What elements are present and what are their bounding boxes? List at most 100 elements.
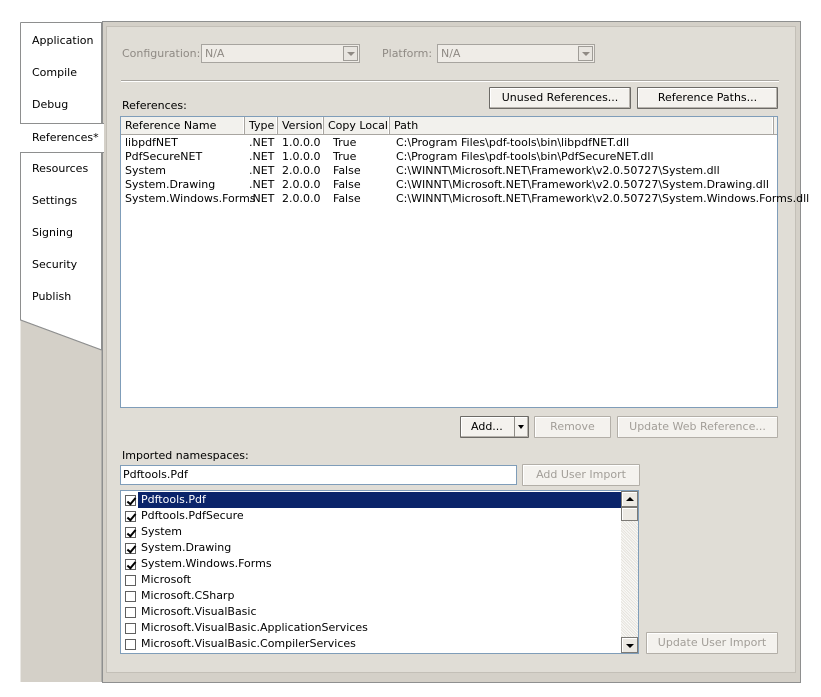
- remove-reference-button[interactable]: Remove: [534, 416, 611, 438]
- reference-copy-local-cell: False: [333, 164, 361, 177]
- namespace-label: Microsoft.CSharp: [141, 589, 235, 602]
- chevron-down-icon[interactable]: [514, 417, 528, 437]
- reference-type-cell: .NET: [249, 136, 275, 149]
- list-item[interactable]: Pdftools.Pdf: [122, 492, 623, 508]
- checkbox-icon[interactable]: [125, 543, 136, 554]
- column-header-copy-local[interactable]: Copy Local: [324, 117, 390, 134]
- reference-type-cell: .NET: [249, 164, 275, 177]
- list-item[interactable]: Microsoft: [122, 572, 622, 588]
- checkbox-icon[interactable]: [125, 559, 136, 570]
- tab-security[interactable]: Security: [32, 253, 112, 277]
- reference-copy-local-cell: False: [333, 192, 361, 205]
- reference-name-cell: System.Drawing: [125, 178, 216, 191]
- arrow-down-icon[interactable]: [621, 637, 638, 653]
- update-web-reference-button[interactable]: Update Web Reference...: [617, 416, 778, 438]
- reference-type-cell: .NET: [249, 150, 275, 163]
- reference-name-cell: System: [125, 164, 167, 177]
- tab-debug[interactable]: Debug: [32, 93, 112, 117]
- scrollbar-thumb[interactable]: [621, 507, 638, 521]
- unused-references-button[interactable]: Unused References...: [489, 87, 631, 109]
- reference-name-cell: PdfSecureNET: [125, 150, 203, 163]
- checkbox-icon[interactable]: [125, 591, 136, 602]
- reference-version-cell: 1.0.0.0: [282, 136, 321, 149]
- list-item[interactable]: Microsoft.VisualBasic: [122, 604, 622, 620]
- column-header-version[interactable]: Version: [278, 117, 324, 134]
- table-row[interactable]: System.Windows.Forms .NET 2.0.0.0 False …: [121, 192, 809, 206]
- platform-label: Platform:: [382, 47, 433, 60]
- reference-path-cell: C:\Program Files\pdf-tools\bin\PdfSecure…: [396, 150, 654, 163]
- imported-namespaces-label: Imported namespaces:: [122, 449, 249, 462]
- update-user-import-button[interactable]: Update User Import: [646, 632, 778, 654]
- namespace-label: System.Windows.Forms: [141, 557, 272, 570]
- references-label: References:: [122, 99, 187, 112]
- references-list-header: Reference Name Type Version Copy Local P…: [121, 117, 777, 135]
- reference-path-cell: C:\WINNT\Microsoft.NET\Framework\v2.0.50…: [396, 192, 810, 205]
- checkbox-icon[interactable]: [125, 495, 136, 506]
- add-reference-button[interactable]: Add...: [460, 416, 529, 438]
- reference-type-cell: .NET: [249, 192, 275, 205]
- chevron-down-icon[interactable]: [578, 46, 593, 61]
- namespace-label: Pdftools.PdfSecure: [141, 509, 244, 522]
- reference-version-cell: 2.0.0.0: [282, 164, 321, 177]
- list-item[interactable]: System.Drawing: [122, 540, 622, 556]
- reference-name-cell: System.Windows.Forms: [125, 192, 256, 205]
- list-item[interactable]: Pdftools.PdfSecure: [122, 508, 622, 524]
- reference-path-cell: C:\WINNT\Microsoft.NET\Framework\v2.0.50…: [396, 178, 769, 191]
- configuration-label: Configuration:: [122, 47, 201, 60]
- namespace-label: Microsoft.VisualBasic.ApplicationService…: [141, 621, 368, 634]
- list-item[interactable]: Microsoft.CSharp: [122, 588, 622, 604]
- platform-combo[interactable]: N/A: [437, 44, 595, 63]
- reference-copy-local-cell: True: [333, 150, 357, 163]
- references-list[interactable]: Reference Name Type Version Copy Local P…: [120, 116, 809, 408]
- column-header-path[interactable]: Path: [390, 117, 774, 134]
- imported-namespaces-list[interactable]: Pdftools.Pdf Pdftools.PdfSecure System S…: [120, 490, 639, 654]
- configuration-combo[interactable]: N/A: [201, 44, 360, 63]
- checkbox-icon[interactable]: [125, 639, 136, 650]
- add-user-import-button[interactable]: Add User Import: [522, 464, 640, 486]
- namespace-label: Microsoft.VisualBasic: [141, 605, 257, 618]
- reference-type-cell: .NET: [249, 178, 275, 191]
- column-header-reference-name[interactable]: Reference Name: [121, 117, 245, 134]
- reference-version-cell: 2.0.0.0: [282, 178, 321, 191]
- table-row[interactable]: libpdfNET .NET 1.0.0.0 True C:\Program F…: [121, 136, 777, 150]
- tab-application[interactable]: Application: [32, 29, 112, 53]
- tab-resources[interactable]: Resources: [32, 157, 112, 181]
- list-item[interactable]: Microsoft.VisualBasic.ApplicationService…: [122, 620, 622, 636]
- checkbox-icon[interactable]: [125, 575, 136, 586]
- table-row[interactable]: System.Drawing .NET 2.0.0.0 False C:\WIN…: [121, 178, 777, 192]
- selection-highlight: [138, 492, 623, 508]
- tab-references[interactable]: References*: [20, 123, 104, 153]
- reference-copy-local-cell: False: [333, 178, 361, 191]
- tab-signing[interactable]: Signing: [32, 221, 112, 245]
- tab-publish[interactable]: Publish: [32, 285, 112, 309]
- arrow-up-icon[interactable]: [621, 491, 638, 507]
- reference-path-cell: C:\WINNT\Microsoft.NET\Framework\v2.0.50…: [396, 164, 720, 177]
- table-row[interactable]: PdfSecureNET .NET 1.0.0.0 True C:\Progra…: [121, 150, 777, 164]
- reference-path-cell: C:\Program Files\pdf-tools\bin\libpdfNET…: [396, 136, 630, 149]
- checkbox-icon[interactable]: [125, 527, 136, 538]
- reference-paths-button[interactable]: Reference Paths...: [637, 87, 778, 109]
- reference-version-cell: 1.0.0.0: [282, 150, 321, 163]
- namespace-label: System: [141, 525, 183, 538]
- tab-settings[interactable]: Settings: [32, 189, 112, 213]
- namespace-input[interactable]: Pdftools.Pdf: [120, 465, 517, 485]
- namespaces-scrollbar[interactable]: [621, 491, 638, 653]
- list-item[interactable]: System: [122, 524, 622, 540]
- namespace-label: System.Drawing: [141, 541, 232, 554]
- project-tab-strip: Application Compile Debug References* Re…: [20, 22, 104, 682]
- checkbox-icon[interactable]: [125, 511, 136, 522]
- platform-value: N/A: [441, 47, 461, 60]
- tab-strip-shape: [20, 22, 102, 682]
- list-item[interactable]: System.Windows.Forms: [122, 556, 622, 572]
- reference-name-cell: libpdfNET: [125, 136, 178, 149]
- column-header-type[interactable]: Type: [245, 117, 278, 134]
- table-row[interactable]: System .NET 2.0.0.0 False C:\WINNT\Micro…: [121, 164, 777, 178]
- namespace-label: Pdftools.Pdf: [139, 492, 208, 507]
- tab-compile[interactable]: Compile: [32, 61, 112, 85]
- checkbox-icon[interactable]: [125, 623, 136, 634]
- separator: [121, 80, 779, 82]
- checkbox-icon[interactable]: [125, 607, 136, 618]
- chevron-down-icon[interactable]: [343, 46, 358, 61]
- list-item[interactable]: Microsoft.VisualBasic.CompilerServices: [122, 636, 622, 652]
- reference-version-cell: 2.0.0.0: [282, 192, 321, 205]
